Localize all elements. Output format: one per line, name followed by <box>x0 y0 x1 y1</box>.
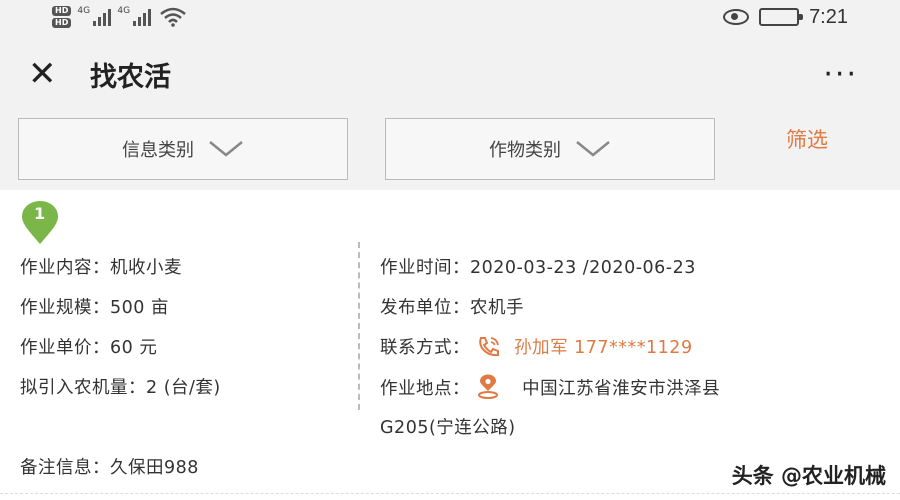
title-bar: ✕ 找农活 ··· <box>0 44 900 104</box>
job-location-label: 作业地点： <box>380 379 470 399</box>
page-title: 找农活 <box>90 61 171 93</box>
chevron-down-icon <box>209 141 243 157</box>
signal-icon-2: 4G <box>117 6 152 26</box>
status-bar: HD HD 4G 4G 7:21 <box>0 0 900 34</box>
job-time-value: 2020-03-23 /2020-06-23 <box>470 258 696 278</box>
job-time: 作业时间：2020-03-23 /2020-06-23 <box>380 254 696 279</box>
wifi-icon <box>160 7 187 27</box>
watermark: 头条 @农业机械 <box>731 464 886 488</box>
job-location-line1: 中国江苏省淮安市洪泽县 <box>522 379 721 399</box>
info-category-dropdown[interactable]: 信息类别 <box>18 118 348 180</box>
job-card[interactable]: 1 作业内容：机收小麦 作业规模：500 亩 作业单价：60 元 拟引入农机量：… <box>0 190 900 500</box>
job-contact: 联系方式： 孙加军 177****1129 <box>380 334 693 359</box>
job-scale-value: 500 亩 <box>110 298 169 318</box>
job-content-value: 机收小麦 <box>110 258 182 278</box>
network-type-1: 4G <box>77 6 91 16</box>
chevron-down-icon <box>576 141 610 157</box>
job-contact-label: 联系方式： <box>380 338 470 358</box>
phone-icon[interactable] <box>476 335 502 357</box>
job-price: 作业单价：60 元 <box>20 334 157 359</box>
location-pin-icon[interactable] <box>476 374 500 400</box>
job-content: 作业内容：机收小麦 <box>20 254 182 279</box>
crop-category-dropdown[interactable]: 作物类别 <box>385 118 715 180</box>
job-publisher: 发布单位：农机手 <box>380 294 524 319</box>
battery-icon <box>759 8 804 26</box>
filter-button[interactable]: 筛选 <box>786 124 828 154</box>
job-notes-value: 久保田988 <box>110 458 199 478</box>
job-time-label: 作业时间： <box>380 258 470 278</box>
network-type-2: 4G <box>117 6 131 16</box>
hd-badge-1: HD <box>52 6 72 16</box>
close-icon[interactable]: ✕ <box>28 54 68 94</box>
signal-icon-1: 4G <box>77 6 112 26</box>
job-publisher-label: 发布单位： <box>380 298 470 318</box>
job-price-value: 60 元 <box>110 338 158 358</box>
job-content-label: 作业内容： <box>20 258 110 278</box>
job-contact-value[interactable]: 孙加军 177****1129 <box>514 338 693 358</box>
job-price-label: 作业单价： <box>20 338 110 358</box>
job-machines-value: 2 (台/套) <box>146 378 221 398</box>
clock: 7:21 <box>809 5 848 28</box>
eye-comfort-icon <box>723 9 750 25</box>
job-notes: 备注信息：久保田988 <box>20 454 199 479</box>
job-scale-label: 作业规模： <box>20 298 110 318</box>
job-machines-label: 拟引入农机量： <box>20 378 146 398</box>
more-options-icon[interactable]: ··· <box>823 57 858 92</box>
filter-bar: 信息类别 作物类别 筛选 <box>0 118 900 182</box>
job-scale: 作业规模：500 亩 <box>20 294 169 319</box>
job-location: 作业地点： 中国江苏省淮安市洪泽县 <box>380 374 720 400</box>
job-publisher-value: 农机手 <box>470 298 524 318</box>
info-category-label: 信息类别 <box>122 140 194 161</box>
job-index: 1 <box>34 204 46 223</box>
crop-category-label: 作物类别 <box>489 140 561 161</box>
job-location-line2: G205(宁连公路) <box>380 418 516 438</box>
column-divider <box>358 242 360 410</box>
status-indicators: HD HD 4G 4G <box>52 6 187 28</box>
job-notes-label: 备注信息： <box>20 458 110 478</box>
hd-icon: HD HD <box>52 6 72 28</box>
job-machines: 拟引入农机量：2 (台/套) <box>20 374 221 399</box>
card-bottom-divider <box>0 493 900 494</box>
status-right: 7:21 <box>723 6 848 29</box>
hd-badge-2: HD <box>52 18 72 28</box>
